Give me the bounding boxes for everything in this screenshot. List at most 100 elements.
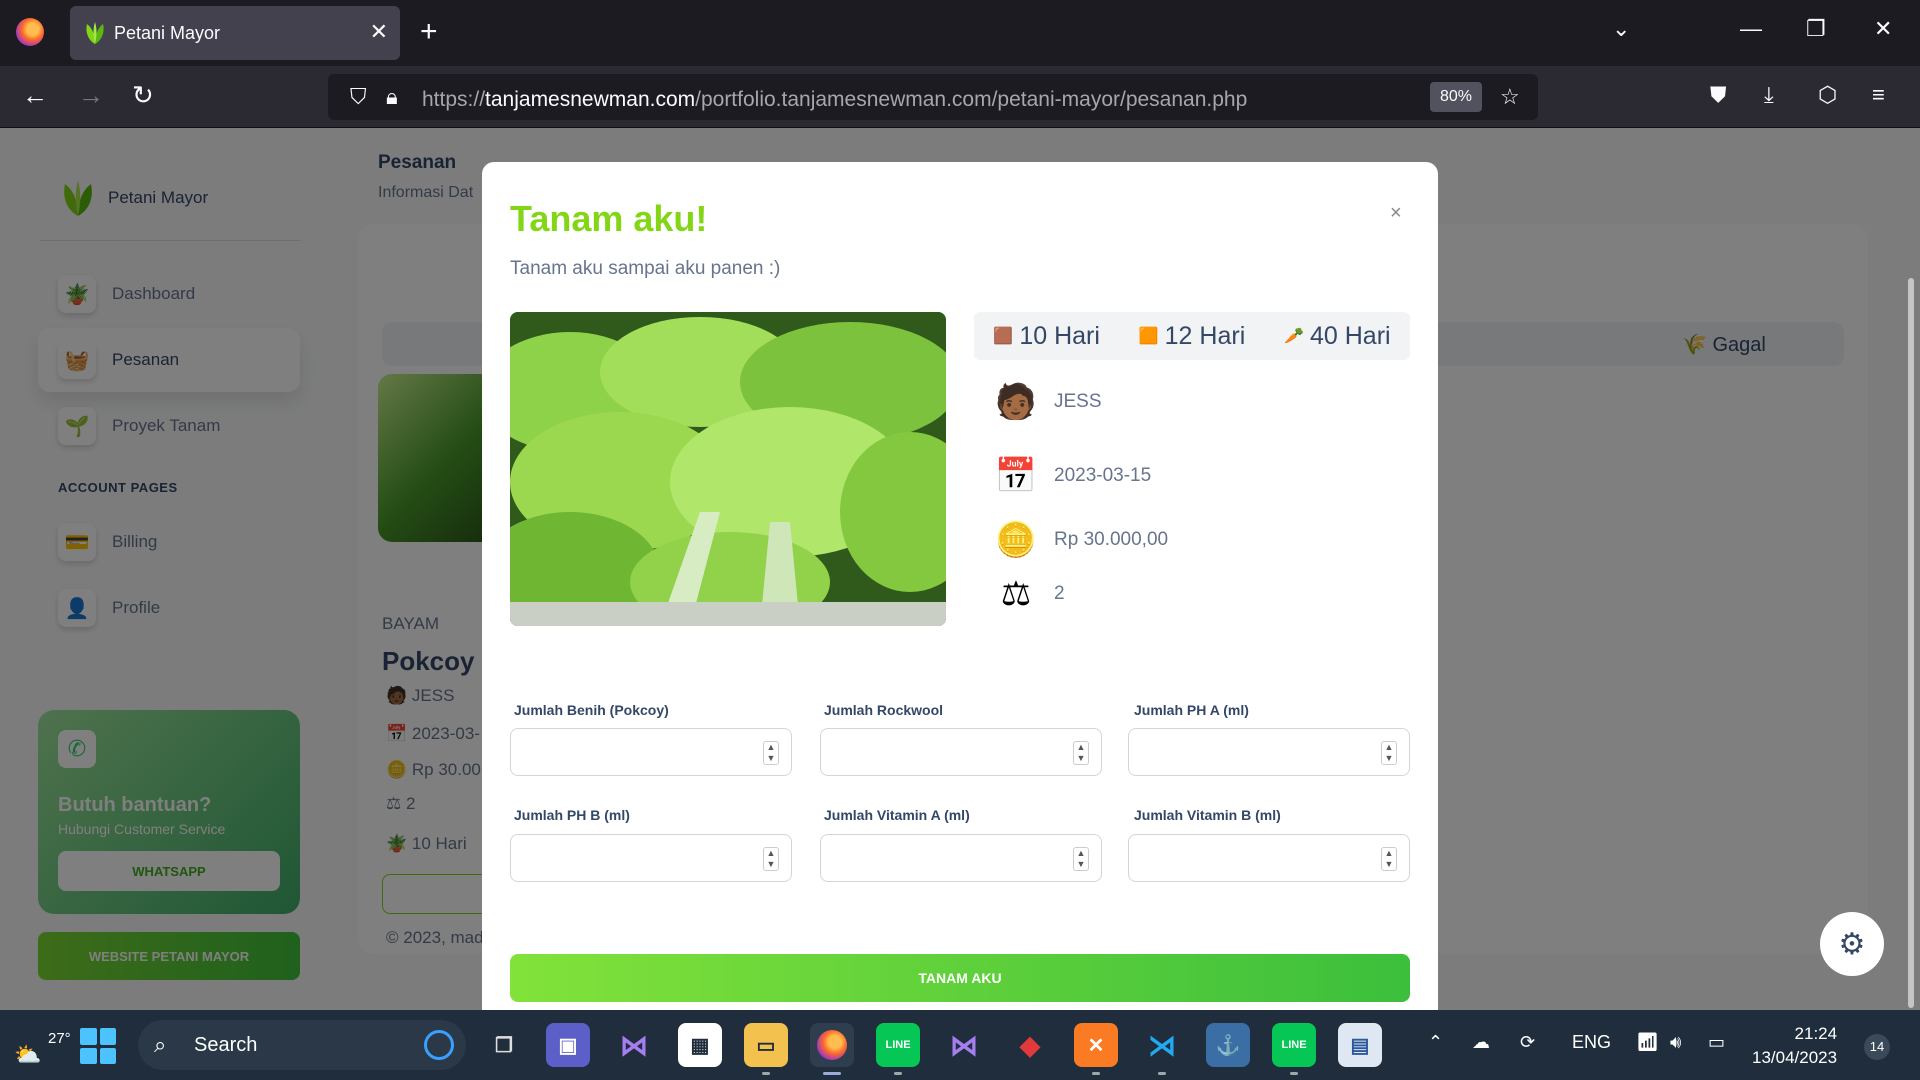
- number-spinner-icon[interactable]: ▲ ▼: [1381, 741, 1397, 765]
- order-date: 2023-03-15: [1054, 465, 1152, 486]
- sync-icon[interactable]: ⟳: [1520, 1032, 1535, 1053]
- line-2-icon[interactable]: LINE: [1272, 1023, 1316, 1075]
- coin-icon: 🪙: [994, 521, 1038, 559]
- growth-days-bar: 🟫 10 Hari 🟧 12 Hari 🥕 40 Hari: [974, 312, 1410, 360]
- order-date-row: 📅 2023-03-15: [992, 452, 1151, 500]
- running-indicator: [823, 1072, 841, 1075]
- page-scrollbar[interactable]: [1908, 278, 1914, 1008]
- teams-icon[interactable]: ▣: [546, 1023, 590, 1067]
- number-spinner-icon[interactable]: ▲ ▼: [763, 741, 779, 765]
- number-spinner-icon[interactable]: ▲ ▼: [1073, 847, 1089, 871]
- running-indicator: [1290, 1072, 1298, 1075]
- search-placeholder: Search: [194, 1034, 258, 1056]
- running-indicator: [762, 1072, 770, 1075]
- weather-widget[interactable]: 27° ⛅: [14, 1020, 71, 1067]
- extensions-icon[interactable]: ⬡: [1818, 80, 1837, 110]
- git-icon[interactable]: ◆: [1008, 1023, 1052, 1067]
- taskbar-clock[interactable]: 21:24 13/04/2023: [1752, 1022, 1837, 1070]
- settings-gear-icon[interactable]: ⚙: [1820, 912, 1884, 976]
- search-icon: ⌕: [154, 1032, 167, 1057]
- bing-icon[interactable]: [424, 1030, 454, 1060]
- volume-icon[interactable]: 🔊︎: [1670, 1032, 1681, 1053]
- file-explorer-icon[interactable]: ▭: [744, 1023, 788, 1075]
- taskbar-search[interactable]: ⌕ Search: [138, 1020, 466, 1070]
- bookmark-star-icon[interactable]: ☆: [1500, 84, 1520, 110]
- number-spinner-icon[interactable]: ▲ ▼: [1073, 741, 1089, 765]
- calendar-icon: 📅: [994, 457, 1038, 495]
- vscode-icon[interactable]: ⋊: [1140, 1023, 1184, 1075]
- number-spinner-icon[interactable]: ▲ ▼: [1381, 847, 1397, 871]
- ph-a-input[interactable]: ▲ ▼: [1128, 728, 1410, 776]
- browser-nav-bar: ← → ↻ ⛉ 🔒︎ https://tanjamesnewman.com/po…: [0, 66, 1920, 128]
- modal-close-icon[interactable]: ×: [1390, 202, 1402, 225]
- zoom-level-badge[interactable]: 80%: [1430, 82, 1482, 112]
- firefox-taskbar-icon[interactable]: [810, 1023, 854, 1075]
- battery-icon[interactable]: ▭: [1708, 1032, 1725, 1053]
- download-icon[interactable]: ⤓: [1764, 80, 1774, 110]
- reload-icon[interactable]: ↻: [132, 80, 154, 110]
- window-close-icon[interactable]: ✕: [1874, 16, 1892, 42]
- store-icon[interactable]: ▦: [678, 1023, 722, 1067]
- minimize-icon[interactable]: —: [1740, 16, 1762, 42]
- harvest-days: 🥕 40 Hari: [1284, 321, 1391, 350]
- temperature: 27°: [48, 1030, 71, 1047]
- forward-arrow-icon[interactable]: →: [78, 80, 104, 110]
- url-text[interactable]: https://tanjamesnewman.com/portfolio.tan…: [422, 88, 1247, 112]
- rockwool-label: Jumlah Rockwool: [824, 702, 944, 718]
- running-indicator: [1158, 1072, 1166, 1075]
- mysql-workbench-icon[interactable]: ⚓: [1206, 1023, 1250, 1067]
- seed-count-input[interactable]: ▲ ▼: [510, 728, 792, 776]
- notification-badge[interactable]: 14: [1864, 1034, 1890, 1060]
- shield-icon[interactable]: ⛉: [350, 84, 367, 110]
- seedling-days: 🟫 10 Hari: [993, 321, 1100, 350]
- tab-list-chevron-icon[interactable]: ⌄: [1612, 16, 1630, 42]
- soil-box-icon: 🟧: [1138, 328, 1159, 345]
- tanam-modal: Tanam aku! × Tanam aku sampai aku panen …: [482, 162, 1438, 1010]
- browser-tab[interactable]: Petani Mayor ✕: [70, 6, 400, 60]
- firefox-icon[interactable]: [16, 18, 44, 46]
- onedrive-cloud-icon[interactable]: ☁: [1472, 1032, 1490, 1053]
- line-icon[interactable]: LINE: [876, 1023, 920, 1075]
- tab-close-icon[interactable]: ✕: [370, 19, 388, 45]
- menu-icon[interactable]: ≡: [1872, 80, 1885, 110]
- windows-taskbar: 27° ⛅ ⌕ Search ❐ ▣ ⋈ ▦ ▭ LINE ⋈ ◆ ✕ ⋊ ⚓ …: [0, 1010, 1920, 1080]
- modal-subtitle: Tanam aku sampai aku panen :): [510, 258, 781, 279]
- vitamin-a-label: Jumlah Vitamin A (ml): [824, 807, 970, 823]
- rockwool-input[interactable]: ▲ ▼: [820, 728, 1102, 776]
- clock-time: 21:24: [1794, 1024, 1838, 1043]
- vitamin-a-input[interactable]: ▲ ▼: [820, 834, 1102, 882]
- browser-tab-bar: Petani Mayor ✕ + ⌄ — ❐ ✕: [0, 0, 1920, 66]
- task-view-icon[interactable]: ❐: [482, 1023, 526, 1067]
- pocket-icon[interactable]: ⛊: [1710, 80, 1727, 110]
- tray-overflow-chevron-icon[interactable]: ⌃: [1428, 1032, 1443, 1053]
- start-button[interactable]: [80, 1028, 116, 1064]
- new-tab-icon[interactable]: +: [420, 14, 438, 50]
- ph-b-label: Jumlah PH B (ml): [514, 807, 630, 823]
- plant-photo: [510, 312, 946, 626]
- input-language[interactable]: ENG: [1572, 1032, 1611, 1053]
- cloud-sun-icon: ⛅: [14, 1042, 42, 1067]
- order-price: Rp 30.000,00: [1054, 529, 1169, 550]
- restore-icon[interactable]: ❐: [1806, 16, 1826, 42]
- wifi-icon[interactable]: 📶︎: [1636, 1032, 1659, 1053]
- leaf-favicon-icon: [86, 22, 104, 44]
- visual-studio-icon[interactable]: ⋈: [612, 1023, 656, 1067]
- xampp-icon[interactable]: ✕: [1074, 1023, 1118, 1075]
- vitamin-b-input[interactable]: ▲ ▼: [1128, 834, 1410, 882]
- visual-studio-2-icon[interactable]: ⋈: [942, 1023, 986, 1067]
- back-arrow-icon[interactable]: ←: [22, 80, 48, 110]
- order-user: JESS: [1054, 391, 1102, 412]
- user-avatar-icon: 🧑🏾: [994, 383, 1038, 421]
- url-bar[interactable]: ⛉ 🔒︎ https://tanjamesnewman.com/portfoli…: [328, 74, 1538, 120]
- vitamin-b-label: Jumlah Vitamin B (ml): [1134, 807, 1281, 823]
- page-viewport: Petani Mayor 🪴 Dashboard 🧺 Pesanan 🌱 Pro…: [0, 128, 1920, 1010]
- ph-b-input[interactable]: ▲ ▼: [510, 834, 792, 882]
- order-qty: 2: [1054, 583, 1065, 604]
- document-app-icon[interactable]: ▤: [1338, 1023, 1382, 1067]
- number-spinner-icon[interactable]: ▲ ▼: [763, 847, 779, 871]
- tanam-aku-button[interactable]: TANAM AKU: [510, 954, 1410, 1002]
- scale-icon: ⚖: [1000, 575, 1032, 613]
- order-user-row: 🧑🏾 JESS: [992, 378, 1102, 426]
- lock-icon[interactable]: 🔒︎: [386, 84, 398, 110]
- seed-bag-icon: 🟫: [993, 328, 1014, 345]
